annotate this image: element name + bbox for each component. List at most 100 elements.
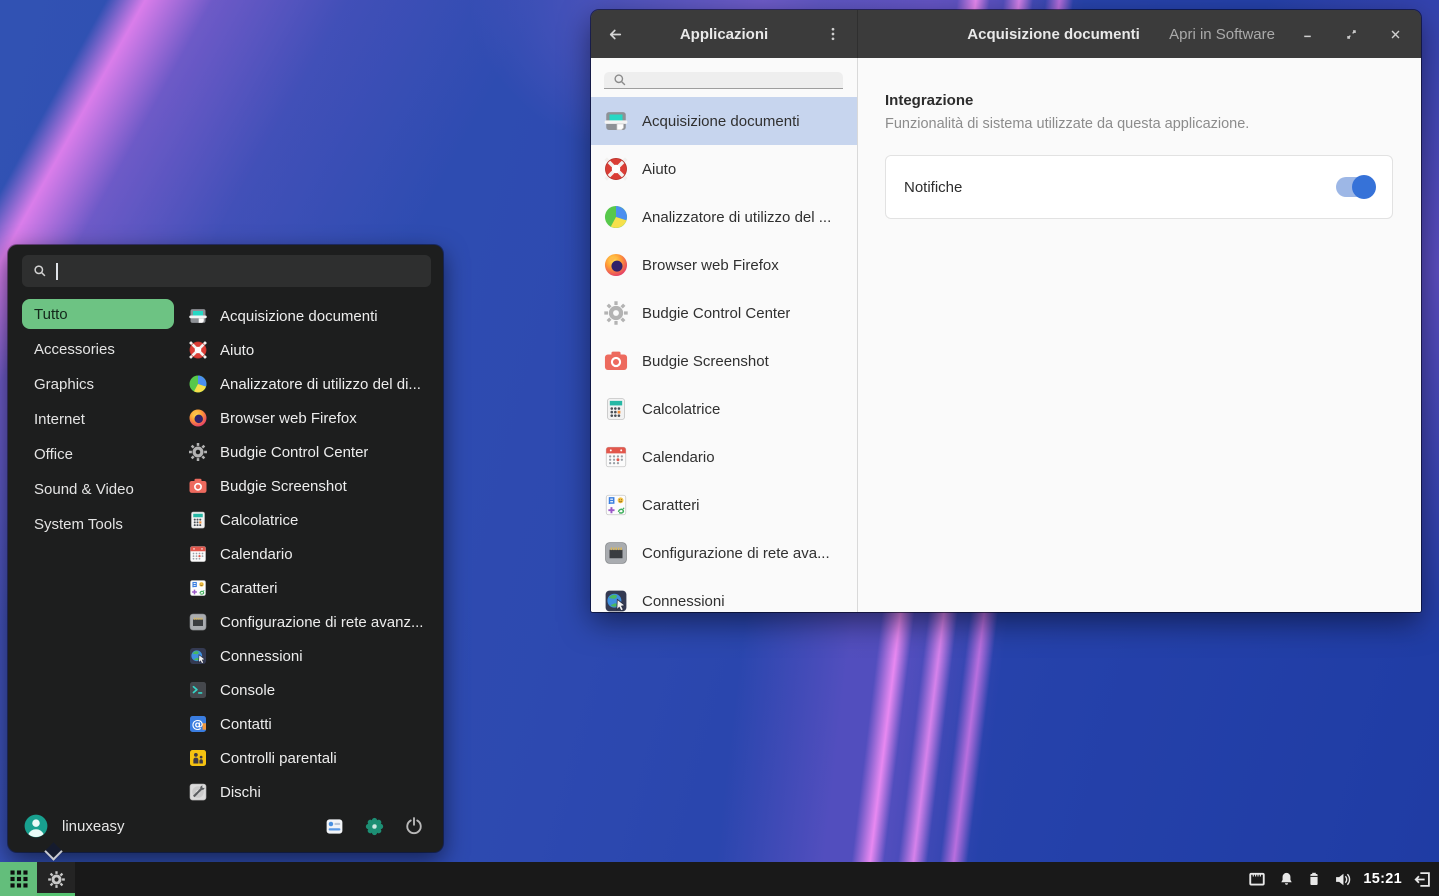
- settings-app-label: Calendario: [642, 449, 715, 466]
- settings-app-row[interactable]: Calcolatrice: [591, 385, 857, 433]
- svg-text:@: @: [192, 717, 204, 731]
- sidebar-title: Applicazioni: [631, 26, 817, 43]
- minimize-button[interactable]: [1291, 18, 1323, 50]
- menu-category-label: System Tools: [34, 516, 123, 533]
- app-menu-button[interactable]: [0, 862, 37, 896]
- settings-app-label: Calcolatrice: [642, 401, 720, 418]
- menu-category-label: Sound & Video: [34, 481, 134, 498]
- firefox-icon: [188, 408, 208, 428]
- desktop-settings-button[interactable]: [321, 813, 347, 839]
- settings-app-row[interactable]: Aiuto: [591, 145, 857, 193]
- headerbar-sidebar-section: Applicazioni: [591, 10, 858, 58]
- menu-app-row[interactable]: Controlli parentali: [188, 741, 435, 775]
- menu-kebab-button[interactable]: [817, 18, 849, 50]
- menu-app-row[interactable]: Configurazione di rete avanz...: [188, 605, 435, 639]
- menu-app-label: Connessioni: [220, 648, 303, 665]
- settings-app-label: Analizzatore di utilizzo del ...: [642, 209, 831, 226]
- budgie-settings-button[interactable]: [361, 813, 387, 839]
- menu-app-row[interactable]: Budgie Control Center: [188, 435, 435, 469]
- menu-search-input[interactable]: [66, 263, 422, 279]
- menu-app-row[interactable]: Acquisizione documenti: [188, 299, 435, 333]
- kebab-icon: [825, 26, 841, 42]
- menu-app-label: Browser web Firefox: [220, 410, 357, 427]
- settings-app-row[interactable]: Budgie Control Center: [591, 289, 857, 337]
- menu-category[interactable]: Sound & Video: [22, 474, 174, 504]
- menu-app-row[interactable]: Connessioni: [188, 639, 435, 673]
- menu-category[interactable]: Office: [22, 439, 174, 469]
- menu-app-row[interactable]: Console: [188, 673, 435, 707]
- menu-category-label: Office: [34, 446, 73, 463]
- integration-card: Notifiche: [885, 155, 1393, 219]
- network-config-icon: [603, 540, 629, 566]
- notifications-bell-icon[interactable]: [1278, 871, 1295, 888]
- menu-app-row[interactable]: Budgie Screenshot: [188, 469, 435, 503]
- network-icon[interactable]: [1247, 869, 1267, 889]
- menu-category[interactable]: Graphics: [22, 369, 174, 399]
- settings-app-label: Budgie Control Center: [642, 305, 790, 322]
- menu-app-label: Dischi: [220, 784, 261, 801]
- menu-app-row[interactable]: Aiuto: [188, 333, 435, 367]
- power-button[interactable]: [401, 813, 427, 839]
- menu-app-row[interactable]: Dischi: [188, 775, 435, 804]
- search-icon: [32, 263, 48, 279]
- fonts-icon: [603, 492, 629, 518]
- taskbar: 15:21: [0, 862, 1439, 896]
- menu-app-row[interactable]: Calcolatrice: [188, 503, 435, 537]
- restore-button[interactable]: [1335, 18, 1367, 50]
- battery-icon[interactable]: [1306, 871, 1322, 887]
- settings-search-entry[interactable]: [604, 72, 843, 89]
- settings-app-row[interactable]: Browser web Firefox: [591, 241, 857, 289]
- menu-categories: Tutto Accessories Graphics Internet Office So…: [16, 299, 174, 804]
- settings-search-input[interactable]: [634, 72, 835, 88]
- volume-icon[interactable]: [1333, 870, 1352, 889]
- menu-app-row[interactable]: Browser web Firefox: [188, 401, 435, 435]
- settings-main-panel: Integrazione Funzionalità di sistema uti…: [858, 58, 1421, 612]
- menu-app-label: Calendario: [220, 546, 293, 563]
- parental-icon: [188, 748, 208, 768]
- menu-app-label: Budgie Screenshot: [220, 478, 347, 495]
- settings-app-row[interactable]: Connessioni: [591, 577, 857, 612]
- settings-app-row[interactable]: Analizzatore di utilizzo del ...: [591, 193, 857, 241]
- control-center-icon: [188, 442, 208, 462]
- close-button[interactable]: [1379, 18, 1411, 50]
- menu-app-row[interactable]: Analizzatore di utilizzo del di...: [188, 367, 435, 401]
- settings-app-row[interactable]: Caratteri: [591, 481, 857, 529]
- menu-app-label: Console: [220, 682, 275, 699]
- logout-icon[interactable]: [1413, 870, 1432, 889]
- user-avatar[interactable]: [24, 814, 48, 838]
- scanner-icon: [603, 108, 629, 134]
- disk-usage-icon: [603, 204, 629, 230]
- menu-search-entry[interactable]: [22, 255, 431, 287]
- app-menu: Tutto Accessories Graphics Internet Office So…: [8, 245, 443, 852]
- menu-app-row[interactable]: @Contatti: [188, 707, 435, 741]
- menu-app-row[interactable]: Calendario: [188, 537, 435, 571]
- clock[interactable]: 15:21: [1363, 871, 1402, 887]
- control-center-task-button[interactable]: [37, 862, 75, 896]
- menu-app-label: Controlli parentali: [220, 750, 337, 767]
- menu-category[interactable]: Tutto: [22, 299, 174, 329]
- settings-app-row[interactable]: Acquisizione documenti: [591, 97, 857, 145]
- connections-icon: [603, 588, 629, 612]
- menu-category-label: Accessories: [34, 341, 115, 358]
- budgie-settings-icon: [364, 816, 385, 837]
- menu-category[interactable]: Accessories: [22, 334, 174, 364]
- back-arrow-icon: [607, 26, 624, 43]
- menu-app-label: Configurazione di rete avanz...: [220, 614, 423, 631]
- headerbar-main-section: Acquisizione documenti Apri in Software: [858, 10, 1421, 58]
- settings-app-label: Aiuto: [642, 161, 676, 178]
- settings-app-row[interactable]: Budgie Screenshot: [591, 337, 857, 385]
- console-icon: [188, 680, 208, 700]
- back-button[interactable]: [599, 18, 631, 50]
- open-in-software-button[interactable]: Apri in Software: [1159, 20, 1285, 49]
- settings-app-row[interactable]: Calendario: [591, 433, 857, 481]
- calendar-icon: [188, 544, 208, 564]
- menu-category[interactable]: Internet: [22, 404, 174, 434]
- menu-category[interactable]: System Tools: [22, 509, 174, 539]
- notifications-toggle[interactable]: [1336, 177, 1374, 197]
- settings-app-list: Acquisizione documenti Aiuto Analizzatore …: [591, 97, 857, 612]
- gear-icon: [47, 870, 66, 889]
- settings-app-row[interactable]: Configurazione di rete ava...: [591, 529, 857, 577]
- settings-window: Applicazioni Acquisizione documenti Apri…: [591, 10, 1421, 612]
- menu-app-row[interactable]: Caratteri: [188, 571, 435, 605]
- system-tray: 15:21: [1247, 862, 1439, 896]
